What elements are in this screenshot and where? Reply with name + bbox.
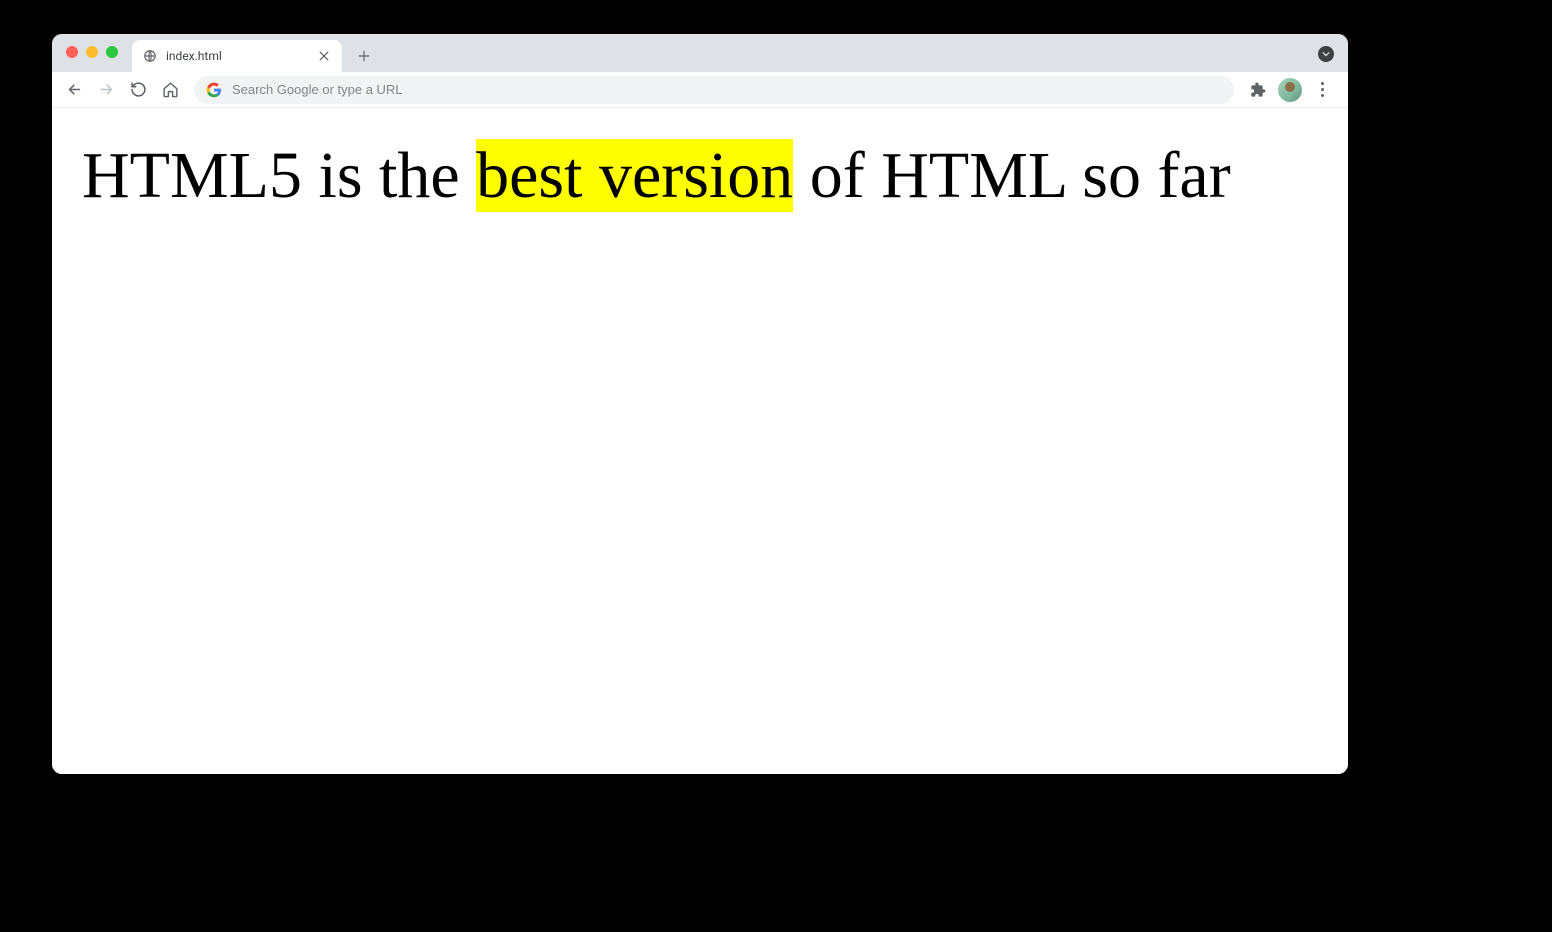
forward-button[interactable] <box>92 76 120 104</box>
window-maximize-button[interactable] <box>106 46 118 58</box>
address-bar[interactable] <box>194 76 1234 104</box>
tab-close-button[interactable] <box>316 48 332 64</box>
reload-button[interactable] <box>124 76 152 104</box>
browser-window: index.html <box>52 34 1348 774</box>
page-heading: HTML5 is the best version of HTML so far <box>82 136 1262 215</box>
window-controls <box>66 46 118 58</box>
window-minimize-button[interactable] <box>86 46 98 58</box>
address-input[interactable] <box>232 82 1222 97</box>
browser-menu-button[interactable] <box>1308 76 1336 104</box>
page-viewport: HTML5 is the best version of HTML so far <box>52 108 1348 774</box>
home-button[interactable] <box>156 76 184 104</box>
heading-text-after: of HTML so far <box>793 139 1230 212</box>
heading-highlight: best version <box>476 139 793 212</box>
tab-title: index.html <box>166 49 316 63</box>
extensions-button[interactable] <box>1244 76 1272 104</box>
globe-icon <box>142 48 158 64</box>
back-button[interactable] <box>60 76 88 104</box>
window-close-button[interactable] <box>66 46 78 58</box>
profile-avatar[interactable] <box>1278 78 1302 102</box>
browser-tab[interactable]: index.html <box>132 40 342 72</box>
heading-text-before: HTML5 is the <box>82 139 476 212</box>
new-tab-button[interactable] <box>350 42 378 70</box>
browser-toolbar <box>52 72 1348 108</box>
google-icon <box>206 82 222 98</box>
tab-strip: index.html <box>52 34 1348 72</box>
toolbar-right <box>1244 76 1340 104</box>
tab-search-button[interactable] <box>1318 46 1334 62</box>
